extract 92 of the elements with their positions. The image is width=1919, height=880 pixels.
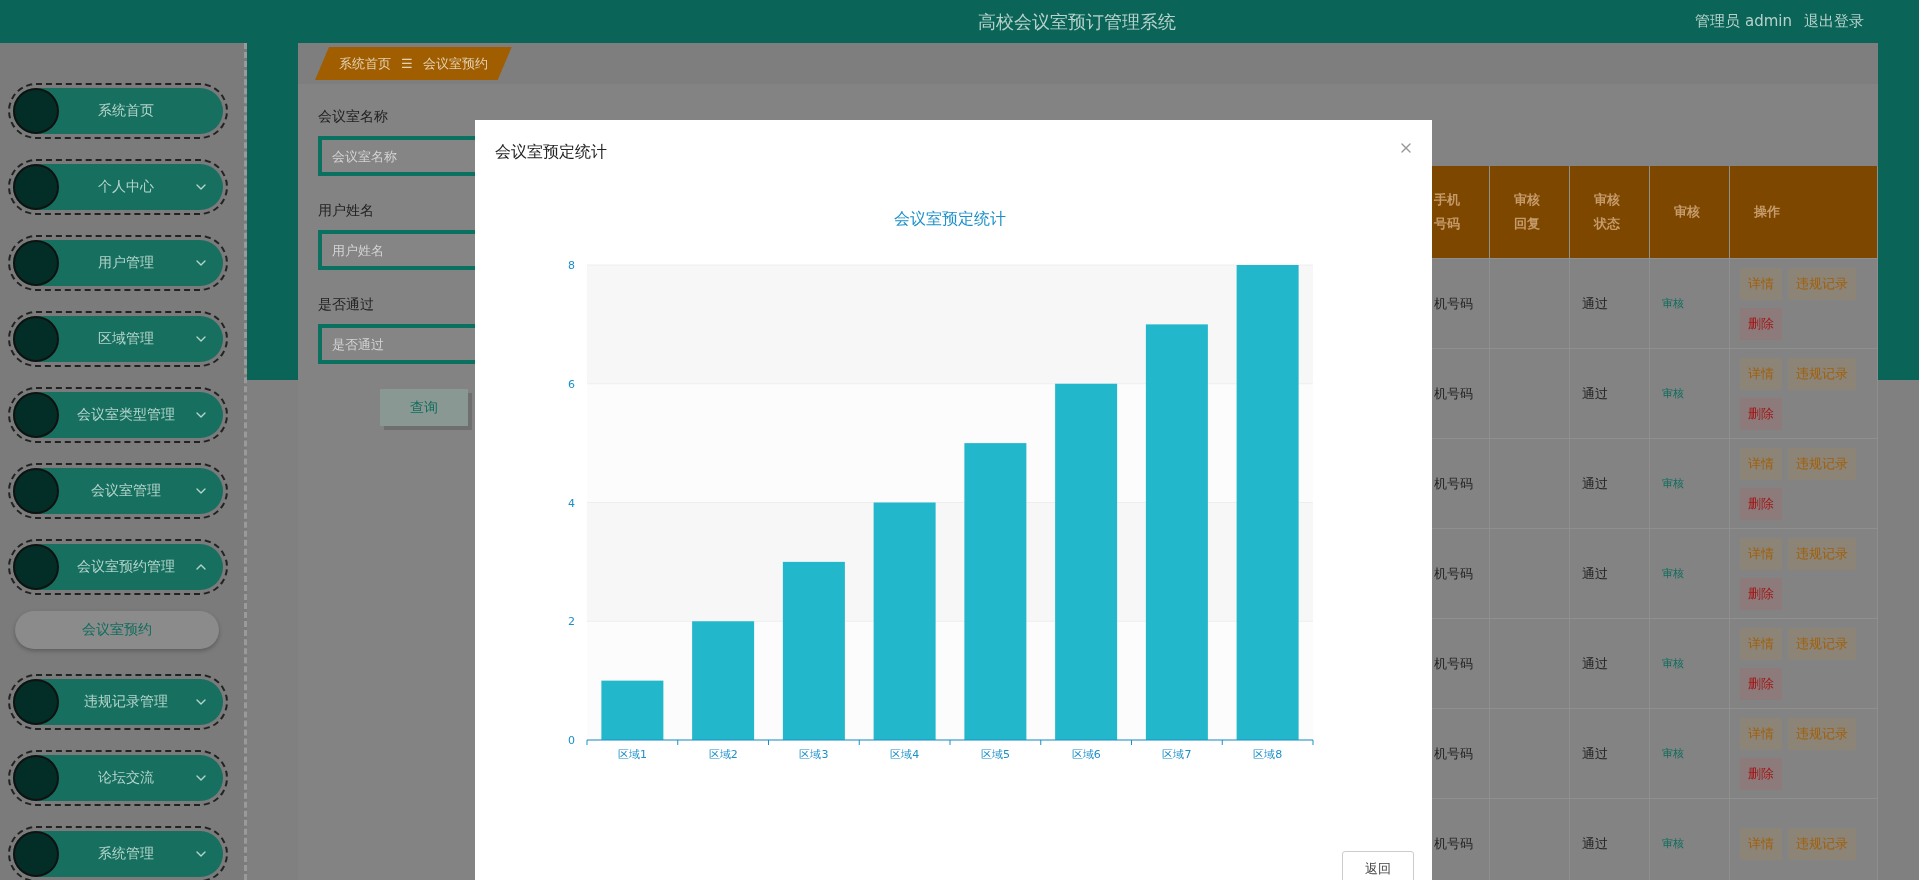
circle-icon <box>13 468 59 514</box>
circle-icon <box>13 316 59 362</box>
field-label: 是否通过 <box>318 296 375 314</box>
breadcrumb-separator: ☰ <box>401 56 413 71</box>
x-tick-label: 区域5 <box>980 748 1010 761</box>
review-link[interactable]: 审核 <box>1662 656 1684 671</box>
violation-button[interactable]: 违规记录 <box>1788 627 1856 660</box>
sidebar-item[interactable]: 系统首页 <box>8 83 228 139</box>
field-label: 用户姓名 <box>318 202 375 220</box>
table-cell: 通过 <box>1582 384 1608 403</box>
app-title: 高校会议室预订管理系统 <box>978 9 1176 34</box>
y-tick-label: 6 <box>568 377 575 391</box>
delete-button[interactable]: 删除 <box>1740 667 1782 700</box>
chart-title: 会议室预定统计 <box>894 209 1006 228</box>
back-button[interactable]: 返回 <box>1342 851 1414 880</box>
violation-button[interactable]: 违规记录 <box>1788 717 1856 750</box>
review-link[interactable]: 审核 <box>1662 746 1684 761</box>
column-header: 操作 <box>1754 203 1781 221</box>
violation-button[interactable]: 违规记录 <box>1788 357 1856 390</box>
table-cell: 通过 <box>1582 654 1608 673</box>
review-link[interactable]: 审核 <box>1662 296 1684 311</box>
x-tick-label: 区域7 <box>1162 748 1192 761</box>
y-tick-label: 2 <box>568 615 575 629</box>
column-header: 审核 <box>1674 203 1701 221</box>
table-cell: 通过 <box>1582 744 1608 763</box>
circle-icon <box>13 755 59 801</box>
circle-icon <box>13 392 59 438</box>
y-tick-label: 0 <box>568 734 575 747</box>
table-cell: 机号码 <box>1434 564 1473 583</box>
table-cell: 机号码 <box>1434 744 1473 763</box>
table-cell: 机号码 <box>1434 384 1473 403</box>
table-cell: 机号码 <box>1434 474 1473 493</box>
sidebar-item[interactable]: 区域管理 <box>8 311 228 367</box>
logout-link[interactable]: 退出登录 <box>1804 12 1864 31</box>
x-tick-label: 区域1 <box>617 748 647 761</box>
details-button[interactable]: 详情 <box>1740 357 1782 390</box>
circle-icon <box>13 164 59 210</box>
sidebar-item[interactable]: 会议室类型管理 <box>8 387 228 443</box>
details-button[interactable]: 详情 <box>1740 537 1782 570</box>
column-header: 审核状态 <box>1594 191 1621 233</box>
delete-button[interactable]: 删除 <box>1740 397 1782 430</box>
review-link[interactable]: 审核 <box>1662 836 1684 851</box>
column-header: 审核回复 <box>1514 191 1541 233</box>
table-cell: 通过 <box>1582 834 1608 853</box>
chart-bar <box>601 680 664 740</box>
violation-button[interactable]: 违规记录 <box>1788 447 1856 480</box>
column-header: 手机号码 <box>1434 191 1461 233</box>
details-button[interactable]: 详情 <box>1740 717 1782 750</box>
delete-button[interactable]: 删除 <box>1740 757 1782 790</box>
delete-button[interactable]: 删除 <box>1740 487 1782 520</box>
sidebar-item[interactable]: 会议室预约管理 <box>8 539 228 595</box>
review-link[interactable]: 审核 <box>1662 476 1684 491</box>
circle-icon <box>13 679 59 725</box>
y-tick-label: 4 <box>568 496 575 510</box>
x-tick-label: 区域3 <box>799 748 829 761</box>
x-tick-label: 区域4 <box>890 748 920 761</box>
table-cell: 机号码 <box>1434 294 1473 313</box>
violation-button[interactable]: 违规记录 <box>1788 827 1856 860</box>
review-link[interactable]: 审核 <box>1662 566 1684 581</box>
submenu-item[interactable]: 会议室预约 <box>15 611 219 649</box>
details-button[interactable]: 详情 <box>1740 627 1782 660</box>
x-tick-label: 区域8 <box>1253 748 1283 761</box>
breadcrumb-current: 会议室预约 <box>422 54 488 73</box>
circle-icon <box>13 240 59 286</box>
sidebar-item[interactable]: 会议室管理 <box>8 463 228 519</box>
circle-icon <box>13 831 59 877</box>
circle-icon <box>13 544 59 590</box>
delete-button[interactable]: 删除 <box>1740 307 1782 340</box>
table-cell: 通过 <box>1582 564 1608 583</box>
table-cell: 机号码 <box>1434 654 1473 673</box>
breadcrumb-link[interactable]: 系统首页 <box>339 54 391 73</box>
details-button[interactable]: 详情 <box>1740 267 1782 300</box>
sidebar-item[interactable]: 系统管理 <box>8 826 228 880</box>
details-button[interactable]: 详情 <box>1740 447 1782 480</box>
sidebar-item[interactable]: 违规记录管理 <box>8 674 228 730</box>
sidebar-item[interactable]: 个人中心 <box>8 159 228 215</box>
sidebar-item[interactable]: 论坛交流 <box>8 750 228 806</box>
user-label: 管理员 admin <box>1695 12 1792 31</box>
violation-button[interactable]: 违规记录 <box>1788 267 1856 300</box>
y-tick-label: 8 <box>568 259 575 272</box>
sidebar-item[interactable]: 用户管理 <box>8 235 228 291</box>
table-cell: 机号码 <box>1434 834 1473 853</box>
circle-icon <box>13 88 59 134</box>
table-cell: 通过 <box>1582 294 1608 313</box>
violation-button[interactable]: 违规记录 <box>1788 537 1856 570</box>
x-tick-label: 区域2 <box>708 748 738 761</box>
table-cell: 通过 <box>1582 474 1608 493</box>
details-button[interactable]: 详情 <box>1740 827 1782 860</box>
review-link[interactable]: 审核 <box>1662 386 1684 401</box>
x-tick-label: 区域6 <box>1071 748 1101 761</box>
delete-button[interactable]: 删除 <box>1740 577 1782 610</box>
field-label: 会议室名称 <box>318 108 389 126</box>
